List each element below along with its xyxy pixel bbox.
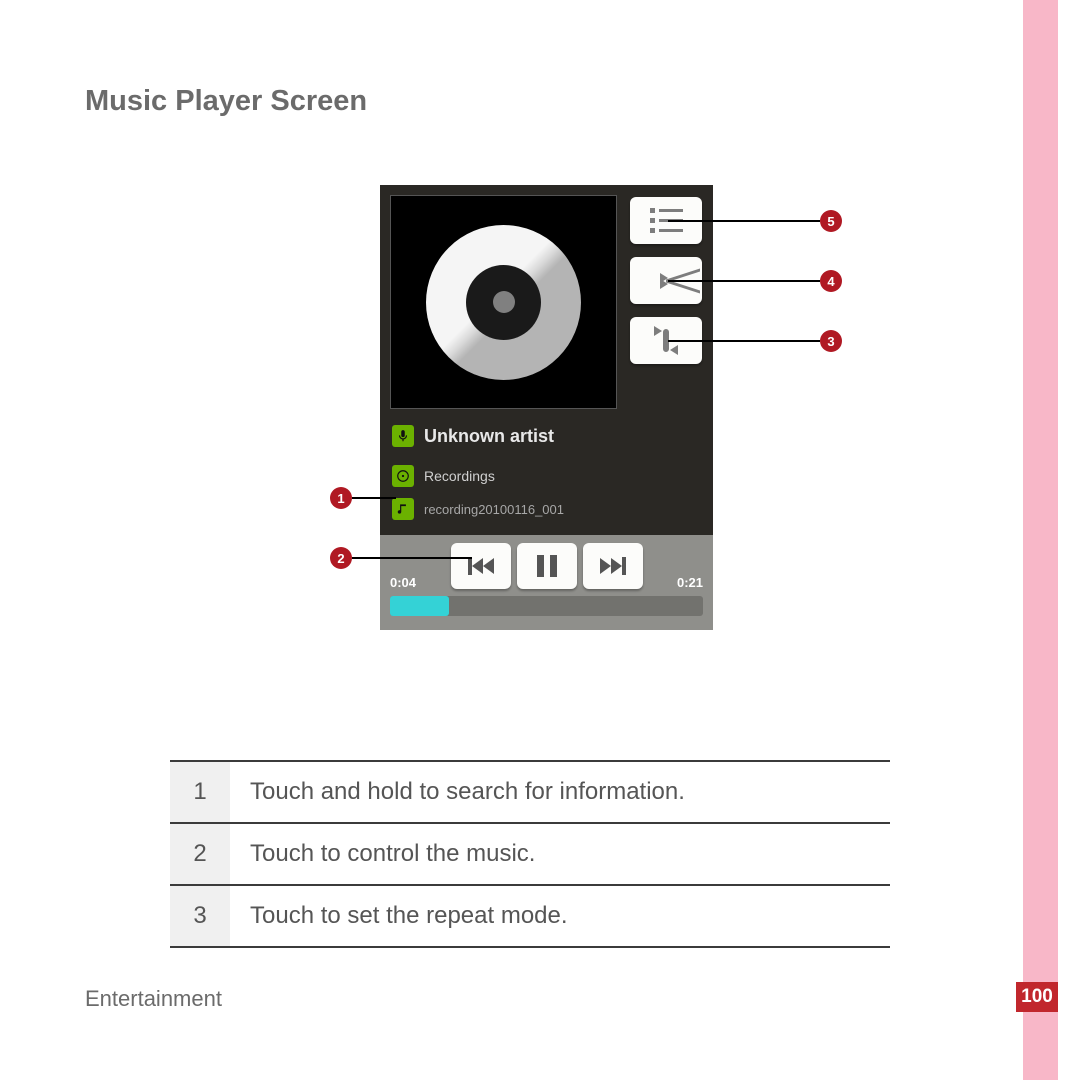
album-label: Recordings	[424, 468, 495, 484]
callout-lead-5	[668, 220, 820, 222]
callout-marker-2: 2	[330, 547, 352, 569]
page-number-badge: 100	[1016, 982, 1058, 1012]
artist-label: Unknown artist	[424, 426, 554, 447]
artist-row[interactable]: Unknown artist	[392, 425, 554, 447]
table-row: 3 Touch to set the repeat mode.	[170, 886, 890, 948]
playback-panel: 0:04 0:21	[380, 535, 713, 630]
pause-icon	[537, 555, 557, 577]
callout-marker-4: 4	[820, 270, 842, 292]
table-row: 2 Touch to control the music.	[170, 824, 890, 886]
music-player-figure: Unknown artist Recordings recording20100…	[380, 185, 713, 635]
table-num: 2	[170, 824, 230, 884]
seek-bar[interactable]	[390, 596, 703, 616]
album-art[interactable]	[390, 195, 617, 409]
callout-lead-1	[352, 497, 396, 499]
legend-table: 1 Touch and hold to search for informati…	[170, 760, 890, 948]
phone-frame: Unknown artist Recordings recording20100…	[380, 185, 713, 630]
table-text: Touch to set the repeat mode.	[230, 886, 890, 946]
previous-button[interactable]	[451, 543, 511, 589]
callout-marker-3: 3	[820, 330, 842, 352]
callout-lead-3	[668, 340, 820, 342]
next-button[interactable]	[583, 543, 643, 589]
table-num: 3	[170, 886, 230, 946]
mic-icon	[392, 425, 414, 447]
skip-previous-icon	[468, 557, 494, 575]
callout-lead-4	[668, 280, 820, 282]
track-label: recording20100116_001	[424, 502, 564, 517]
callout-lead-2	[352, 557, 472, 559]
callout-marker-1: 1	[330, 487, 352, 509]
table-text: Touch and hold to search for information…	[230, 762, 890, 822]
section-label: Entertainment	[85, 986, 222, 1012]
disc-small-icon	[392, 465, 414, 487]
callout-marker-5: 5	[820, 210, 842, 232]
seek-fill	[390, 596, 449, 616]
disc-icon	[426, 225, 581, 380]
side-strip	[1023, 0, 1058, 1080]
table-num: 1	[170, 762, 230, 822]
album-row[interactable]: Recordings	[392, 465, 495, 487]
note-icon	[392, 498, 414, 520]
track-row[interactable]: recording20100116_001	[392, 498, 564, 520]
page-title: Music Player Screen	[85, 85, 367, 118]
pause-button[interactable]	[517, 543, 577, 589]
skip-next-icon	[600, 557, 626, 575]
table-row: 1 Touch and hold to search for informati…	[170, 762, 890, 824]
table-text: Touch to control the music.	[230, 824, 890, 884]
